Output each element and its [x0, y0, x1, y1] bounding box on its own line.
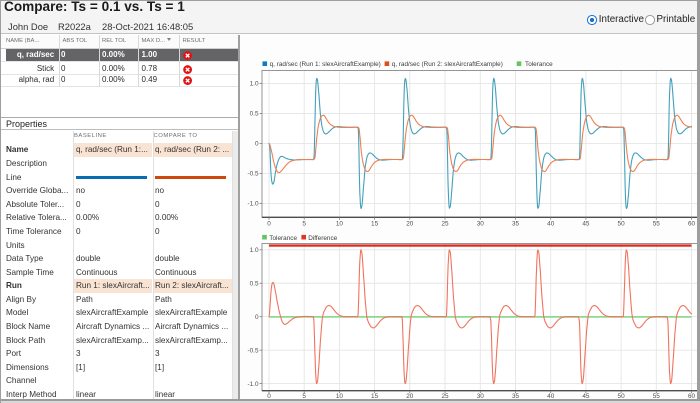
svg-text:Tolerance: Tolerance	[269, 235, 297, 242]
svg-text:q, rad/sec (Run 1: slexAircraf: q, rad/sec (Run 1: slexAircraftExample)	[270, 61, 381, 68]
svg-text:Tolerance: Tolerance	[525, 61, 553, 68]
svg-text:0: 0	[267, 220, 271, 227]
svg-text:0: 0	[255, 141, 259, 148]
svg-text:55: 55	[653, 220, 661, 227]
svg-text:60: 60	[688, 220, 696, 227]
svg-text:0.5: 0.5	[250, 280, 259, 287]
svg-text:1.0: 1.0	[250, 81, 259, 88]
svg-text:25: 25	[441, 220, 449, 227]
svg-text:5: 5	[302, 220, 306, 227]
svg-text:30: 30	[477, 220, 485, 227]
svg-text:0: 0	[255, 314, 259, 321]
svg-text:50: 50	[618, 220, 626, 227]
svg-text:0.5: 0.5	[250, 111, 259, 118]
svg-text:40: 40	[547, 220, 555, 227]
svg-text:1.0: 1.0	[250, 247, 259, 254]
svg-text:q, rad/sec (Run 2: slexAircraf: q, rad/sec (Run 2: slexAircraftExample)	[392, 61, 503, 68]
svg-text:-1.0: -1.0	[247, 201, 258, 208]
svg-text:-0.5: -0.5	[247, 171, 258, 178]
svg-text:45: 45	[582, 220, 590, 227]
svg-text:35: 35	[512, 220, 520, 227]
svg-text:Difference: Difference	[308, 235, 337, 242]
svg-text:-0.5: -0.5	[247, 347, 258, 354]
svg-text:10: 10	[336, 220, 344, 227]
svg-text:20: 20	[406, 220, 414, 227]
svg-text:15: 15	[371, 220, 379, 227]
svg-text:-1.0: -1.0	[247, 381, 258, 388]
